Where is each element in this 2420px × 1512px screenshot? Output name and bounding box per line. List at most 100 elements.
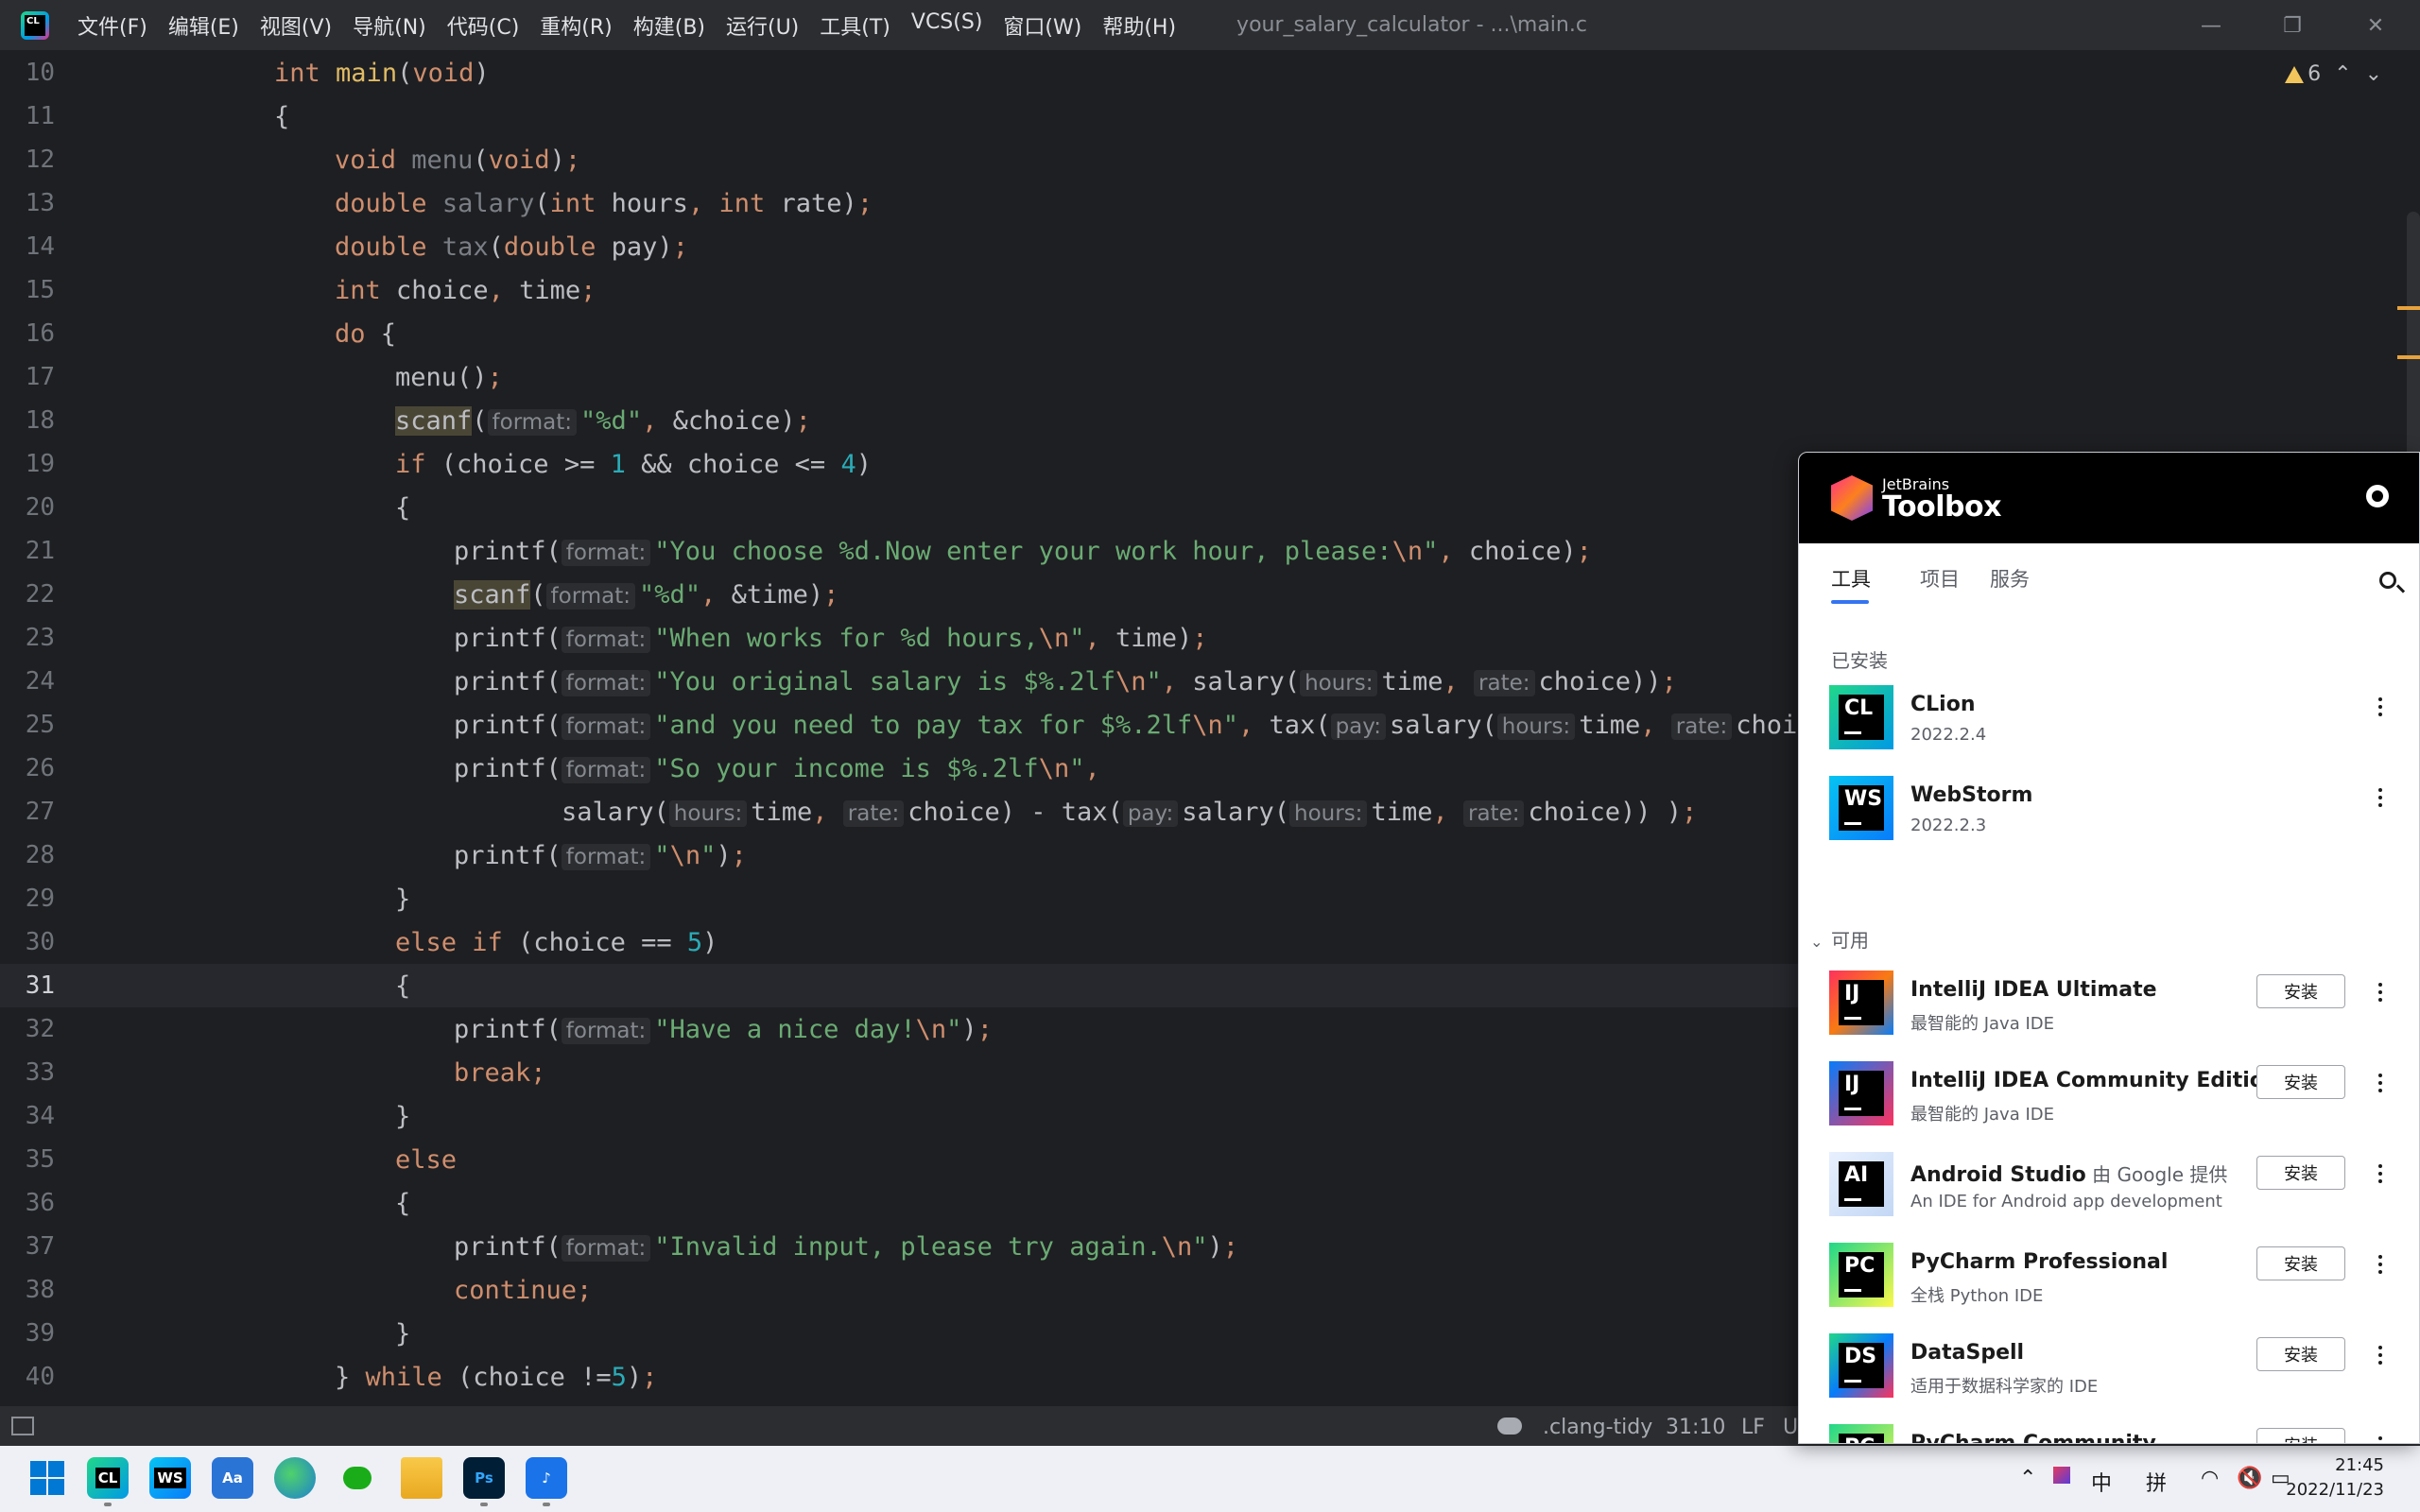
- tool-list-item[interactable]: DS DataSpell 适用于数据科学家的 IDE 安装: [1799, 1320, 2419, 1411]
- tray-app-icon[interactable]: [2053, 1467, 2070, 1484]
- warning-marker[interactable]: [2397, 355, 2420, 359]
- menu-item[interactable]: 运行(U): [726, 10, 799, 41]
- ide-product-icon: CL: [1829, 685, 1893, 749]
- line-number: 39: [25, 1319, 55, 1348]
- install-button[interactable]: 安装: [2256, 974, 2345, 1008]
- more-options-icon[interactable]: [2366, 978, 2394, 1006]
- more-options-icon[interactable]: [2366, 1069, 2394, 1097]
- settings-gear-icon[interactable]: [2366, 485, 2389, 507]
- warning-marker[interactable]: [2397, 306, 2420, 310]
- line-number: 13: [25, 189, 55, 217]
- line-number: 33: [25, 1058, 55, 1087]
- tool-name-text: DataSpell: [1910, 1341, 2025, 1365]
- file-explorer-icon[interactable]: [401, 1457, 442, 1499]
- line-number: 20: [25, 493, 55, 522]
- code-line: 17 menu();: [0, 355, 2420, 399]
- tool-list-item[interactable]: IJ IntelliJ IDEA Ultimate 最智能的 Java IDE 安装: [1799, 957, 2419, 1048]
- tool-list-item[interactable]: IJ IntelliJ IDEA Community Edition 最智能的 Ja…: [1799, 1048, 2419, 1139]
- clion-taskbar-icon[interactable]: CL: [87, 1457, 129, 1506]
- edge-browser-icon[interactable]: [274, 1457, 316, 1499]
- ide-icon-letters: IJ: [1844, 1073, 1860, 1096]
- clion-logo-text: CL: [25, 14, 45, 36]
- line-number: 21: [25, 537, 55, 565]
- tray-chevron-up-icon[interactable]: ⌃: [2019, 1467, 2036, 1490]
- menu-item[interactable]: 视图(V): [260, 10, 332, 41]
- ide-product-icon: PC: [1829, 1243, 1893, 1307]
- line-number: 28: [25, 841, 55, 869]
- tab-tools[interactable]: 工具: [1831, 564, 1871, 593]
- more-options-icon[interactable]: [2366, 783, 2394, 812]
- tool-list-item[interactable]: PC PyCharm Professional 全栈 Python IDE 安装: [1799, 1229, 2419, 1320]
- minimize-button[interactable]: —: [2170, 0, 2252, 51]
- caret-position[interactable]: 31:10: [1666, 1416, 1725, 1439]
- ide-product-icon: IJ: [1829, 971, 1893, 1035]
- ide-product-icon: WS: [1829, 776, 1893, 840]
- search-icon[interactable]: [2379, 572, 2396, 589]
- ide-product-icon: IJ: [1829, 1061, 1893, 1125]
- tab-services[interactable]: 服务: [1990, 564, 2030, 593]
- install-button[interactable]: 安装: [2256, 1156, 2345, 1190]
- tool-list-item[interactable]: AI Android Studio 由 Google 提供 An IDE for A…: [1799, 1139, 2419, 1229]
- code-line: 18 scanf(format: "%d", &choice);: [0, 399, 2420, 442]
- menu-item[interactable]: 代码(C): [447, 10, 520, 41]
- line-number: 12: [25, 146, 55, 174]
- windows-start-icon[interactable]: [26, 1457, 68, 1499]
- line-ending[interactable]: LF: [1741, 1416, 1765, 1439]
- menu-item[interactable]: 工具(T): [820, 10, 890, 41]
- active-tab-indicator: [1831, 600, 1869, 604]
- more-options-icon[interactable]: [2366, 1160, 2394, 1188]
- tool-description: 适用于数据科学家的 IDE: [1910, 1377, 2099, 1397]
- more-options-icon[interactable]: [2366, 1250, 2394, 1279]
- tool-version: 2022.2.3: [1910, 816, 1987, 835]
- tool-list-item[interactable]: WS WebStorm 2022.2.3: [1799, 763, 2419, 853]
- tab-projects[interactable]: 项目: [1920, 564, 1960, 593]
- menu-item[interactable]: 编辑(E): [168, 10, 239, 41]
- webstorm-taskbar-icon[interactable]: WS: [149, 1457, 191, 1499]
- install-button[interactable]: 安装: [2256, 1337, 2345, 1371]
- ime-chinese[interactable]: 中: [2091, 1467, 2112, 1497]
- ide-product-icon: AI: [1829, 1152, 1893, 1216]
- tool-description: An IDE for Android app development: [1910, 1192, 2222, 1211]
- tool-version: 2022.2.4: [1910, 725, 1987, 745]
- line-number: 32: [25, 1015, 55, 1043]
- menu-item[interactable]: 重构(R): [540, 10, 612, 41]
- menu-item[interactable]: VCS(S): [911, 10, 983, 41]
- install-button[interactable]: 安装: [2256, 1428, 2345, 1443]
- available-collapse-chevron-icon[interactable]: ⌄: [1810, 933, 1823, 951]
- install-button[interactable]: 安装: [2256, 1065, 2345, 1099]
- cloud-icon[interactable]: [1497, 1418, 1522, 1435]
- ime-pinyin[interactable]: 拼: [2146, 1467, 2167, 1497]
- tool-description: 全栈 Python IDE: [1910, 1286, 2044, 1306]
- main-menu: 文件(F) 编辑(E) 视图(V) 导航(N) 代码(C) 重构(R) 构建(B) 运行(U)…: [78, 10, 1197, 41]
- tool-list-item[interactable]: CL CLion 2022.2.4: [1799, 672, 2419, 763]
- more-options-icon[interactable]: [2366, 1432, 2394, 1443]
- install-button[interactable]: 安装: [2256, 1246, 2345, 1280]
- panel-toggle-icon[interactable]: [11, 1417, 34, 1435]
- tool-name: CLion: [1910, 693, 1975, 716]
- menu-item[interactable]: 构建(B): [633, 10, 705, 41]
- more-options-icon[interactable]: [2366, 693, 2394, 721]
- close-button[interactable]: ✕: [2335, 0, 2416, 51]
- file-encoding[interactable]: U: [1783, 1416, 1798, 1439]
- menu-item[interactable]: 帮助(H): [1102, 10, 1176, 41]
- photoshop-icon[interactable]: Ps: [463, 1457, 505, 1506]
- system-clock[interactable]: 21:45 2022/11/23: [2286, 1453, 2384, 1503]
- wifi-icon[interactable]: ◠: [2201, 1467, 2219, 1490]
- restore-button[interactable]: ❐: [2252, 0, 2333, 51]
- clion-logo-icon[interactable]: CL: [21, 10, 49, 40]
- more-options-icon[interactable]: [2366, 1341, 2394, 1369]
- tool-name: PyCharm Community: [1910, 1432, 2156, 1443]
- linter-status[interactable]: .clang-tidy: [1543, 1416, 1652, 1439]
- line-number: 31: [25, 971, 55, 1000]
- tool-list-item[interactable]: PC PyCharm Community 安装: [1799, 1411, 2419, 1443]
- menu-item[interactable]: 导航(N): [353, 10, 426, 41]
- line-number: 35: [25, 1145, 55, 1174]
- music-app-icon[interactable]: ♪: [526, 1457, 567, 1506]
- volume-muted-icon[interactable]: 🔇: [2237, 1467, 2262, 1490]
- menu-item[interactable]: 窗口(W): [1003, 10, 1081, 41]
- translator-app-icon[interactable]: Aa: [212, 1457, 253, 1499]
- menu-item[interactable]: 文件(F): [78, 10, 147, 41]
- tool-description: 最智能的 Java IDE: [1910, 1105, 2055, 1125]
- wechat-icon[interactable]: [337, 1457, 378, 1499]
- tool-name: IntelliJ IDEA Community Edition: [1910, 1069, 2279, 1092]
